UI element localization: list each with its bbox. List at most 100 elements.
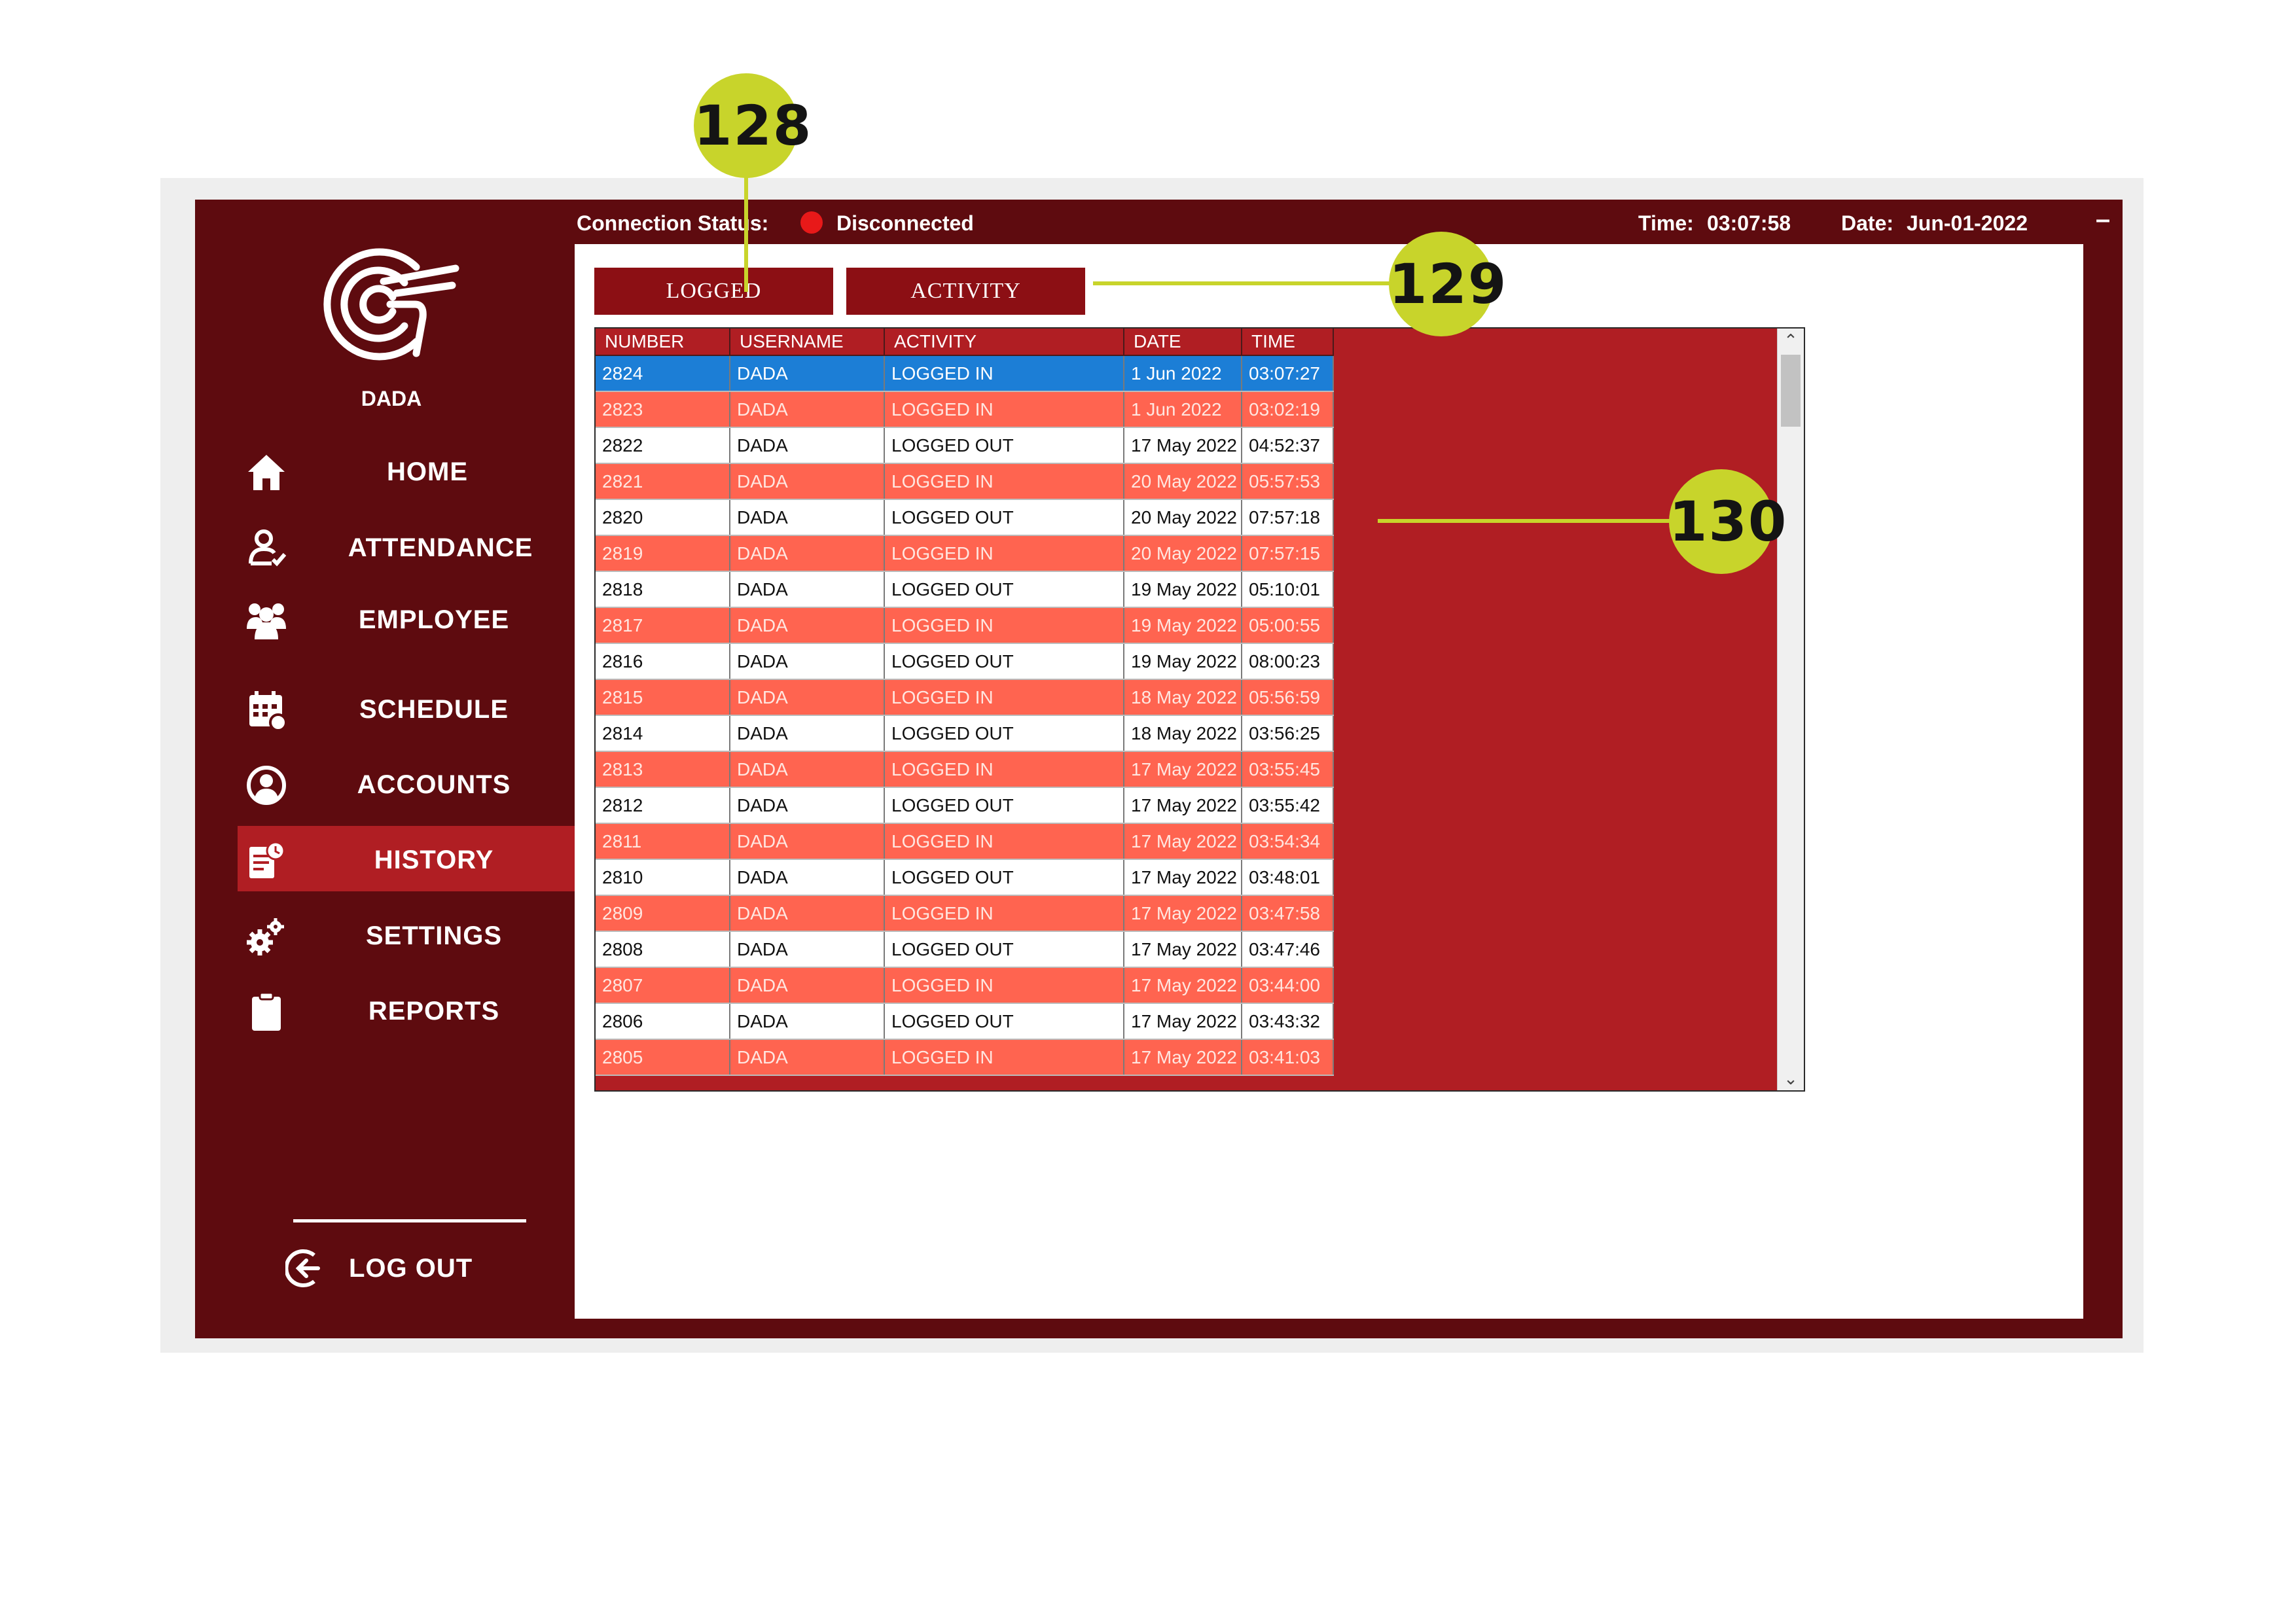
table-row[interactable]: 2807 DADA LOGGED IN 17 May 2022 03:44:00 [596, 967, 1334, 1004]
app-window: Connection Status: Disconnected Time: 03… [195, 200, 2123, 1338]
minimize-button[interactable]: – [2087, 206, 2119, 232]
cell-number: 2817 [596, 607, 730, 644]
cell-time: 03:55:45 [1242, 751, 1334, 788]
logout-button[interactable]: LOG OUT [280, 1237, 542, 1296]
table-row[interactable]: 2809 DADA LOGGED IN 17 May 2022 03:47:58 [596, 895, 1334, 932]
table-row[interactable]: 2823 DADA LOGGED IN 1 Jun 2022 03:02:19 [596, 391, 1334, 428]
cell-number: 2805 [596, 1039, 730, 1076]
sidebar-item-reports[interactable]: REPORTS [238, 977, 616, 1043]
gears-icon [247, 918, 284, 955]
table-row[interactable]: 2824 DADA LOGGED IN 1 Jun 2022 03:07:27 [596, 355, 1334, 392]
vertical-scrollbar[interactable]: ⌃ ⌄ [1777, 329, 1804, 1090]
cell-time: 08:00:23 [1242, 643, 1334, 680]
company-logo [323, 248, 459, 361]
account-circle-icon [247, 766, 286, 805]
cell-activity: LOGGED OUT [884, 859, 1124, 896]
cell-date: 17 May 2022 [1124, 823, 1242, 860]
table-row[interactable]: 2811 DADA LOGGED IN 17 May 2022 03:54:34 [596, 823, 1334, 860]
cell-activity: LOGGED IN [884, 391, 1124, 428]
cell-number: 2823 [596, 391, 730, 428]
history-panel: LOGGED ACTIVITY NUMBER USERNAME ACTIVITY… [575, 244, 2083, 1319]
cell-number: 2814 [596, 715, 730, 752]
cell-username: DADA [730, 787, 885, 824]
cell-date: 17 May 2022 [1124, 1039, 1242, 1076]
cell-time: 03:48:01 [1242, 859, 1334, 896]
column-header-activity[interactable]: ACTIVITY [884, 329, 1124, 356]
cell-time: 05:57:53 [1242, 463, 1334, 500]
sidebar-item-accounts[interactable]: ACCOUNTS [238, 751, 616, 816]
cell-username: DADA [730, 859, 885, 896]
table-row[interactable]: 2808 DADA LOGGED OUT 17 May 2022 03:47:46 [596, 931, 1334, 968]
column-header-username[interactable]: USERNAME [730, 329, 885, 356]
sidebar-item-attendance[interactable]: ATTENDANCE [238, 514, 616, 579]
cell-date: 17 May 2022 [1124, 967, 1242, 1004]
cell-username: DADA [730, 679, 885, 716]
connection-status-label: Connection Status: [577, 211, 769, 235]
user-check-icon [249, 529, 287, 567]
cell-time: 05:00:55 [1242, 607, 1334, 644]
cell-time: 03:44:00 [1242, 967, 1334, 1004]
history-data-grid: NUMBER USERNAME ACTIVITY DATE TIME 2824 D… [594, 327, 1805, 1092]
table-row[interactable]: 2812 DADA LOGGED OUT 17 May 2022 03:55:42 [596, 787, 1334, 824]
date-label: Date: [1841, 211, 1894, 235]
cell-date: 18 May 2022 [1124, 679, 1242, 716]
table-row[interactable]: 2820 DADA LOGGED OUT 20 May 2022 07:57:18 [596, 499, 1334, 536]
cell-number: 2811 [596, 823, 730, 860]
cell-time: 03:43:32 [1242, 1003, 1334, 1040]
history-table: NUMBER USERNAME ACTIVITY DATE TIME 2824 D… [596, 329, 1334, 1076]
scroll-down-arrow-icon[interactable]: ⌄ [1778, 1067, 1804, 1090]
table-row[interactable]: 2806 DADA LOGGED OUT 17 May 2022 03:43:32 [596, 1003, 1334, 1040]
table-row[interactable]: 2822 DADA LOGGED OUT 17 May 2022 04:52:37 [596, 427, 1334, 464]
table-row[interactable]: 2805 DADA LOGGED IN 17 May 2022 03:41:03 [596, 1039, 1334, 1076]
table-row[interactable]: 2816 DADA LOGGED OUT 19 May 2022 08:00:23 [596, 643, 1334, 680]
cell-date: 20 May 2022 [1124, 499, 1242, 536]
cell-date: 1 Jun 2022 [1124, 391, 1242, 428]
cell-username: DADA [730, 607, 885, 644]
table-row[interactable]: 2821 DADA LOGGED IN 20 May 2022 05:57:53 [596, 463, 1334, 500]
sidebar-item-label: REPORTS [368, 997, 500, 1026]
table-row[interactable]: 2818 DADA LOGGED OUT 19 May 2022 05:10:01 [596, 571, 1334, 608]
sidebar-item-settings[interactable]: SETTINGS [238, 902, 616, 967]
cell-username: DADA [730, 715, 885, 752]
table-row[interactable]: 2819 DADA LOGGED IN 20 May 2022 07:57:15 [596, 535, 1334, 572]
sidebar-item-schedule[interactable]: SCHEDULE [238, 675, 616, 741]
time-label: Time: [1638, 211, 1694, 235]
tab-logged[interactable]: LOGGED [594, 268, 833, 315]
cell-username: DADA [730, 643, 885, 680]
sidebar-item-employee[interactable]: EMPLOYEE [238, 586, 616, 651]
cell-number: 2809 [596, 895, 730, 932]
cell-time: 03:56:25 [1242, 715, 1334, 752]
cell-number: 2810 [596, 859, 730, 896]
cell-number: 2815 [596, 679, 730, 716]
cell-time: 03:47:58 [1242, 895, 1334, 932]
table-row[interactable]: 2810 DADA LOGGED OUT 17 May 2022 03:48:01 [596, 859, 1334, 896]
sidebar-divider [293, 1219, 526, 1222]
cell-date: 18 May 2022 [1124, 715, 1242, 752]
cell-username: DADA [730, 571, 885, 608]
cell-number: 2820 [596, 499, 730, 536]
cell-username: DADA [730, 355, 885, 392]
cell-number: 2819 [596, 535, 730, 572]
sidebar-item-home[interactable]: HOME [238, 438, 616, 503]
table-body: 2824 DADA LOGGED IN 1 Jun 2022 03:07:27 2823 D… [596, 355, 1334, 1076]
cell-username: DADA [730, 391, 885, 428]
column-header-date[interactable]: DATE [1124, 329, 1242, 356]
scroll-up-arrow-icon[interactable]: ⌃ [1778, 329, 1804, 352]
table-row[interactable]: 2813 DADA LOGGED IN 17 May 2022 03:55:45 [596, 751, 1334, 788]
sidebar-item-history[interactable]: HISTORY [238, 826, 616, 891]
table-row[interactable]: 2814 DADA LOGGED OUT 18 May 2022 03:56:25 [596, 715, 1334, 752]
calendar-icon [249, 691, 287, 730]
cell-activity: LOGGED OUT [884, 499, 1124, 536]
column-header-number[interactable]: NUMBER [596, 329, 730, 356]
table-row[interactable]: 2815 DADA LOGGED IN 18 May 2022 05:56:59 [596, 679, 1334, 716]
cell-date: 1 Jun 2022 [1124, 355, 1242, 392]
tab-activity[interactable]: ACTIVITY [846, 268, 1085, 315]
column-header-time[interactable]: TIME [1242, 329, 1334, 356]
scrollbar-thumb[interactable] [1781, 355, 1801, 427]
cell-date: 17 May 2022 [1124, 859, 1242, 896]
cell-number: 2824 [596, 355, 730, 392]
cell-username: DADA [730, 895, 885, 932]
logout-icon [285, 1249, 320, 1287]
clipboard-icon [252, 991, 281, 1031]
table-row[interactable]: 2817 DADA LOGGED IN 19 May 2022 05:00:55 [596, 607, 1334, 644]
